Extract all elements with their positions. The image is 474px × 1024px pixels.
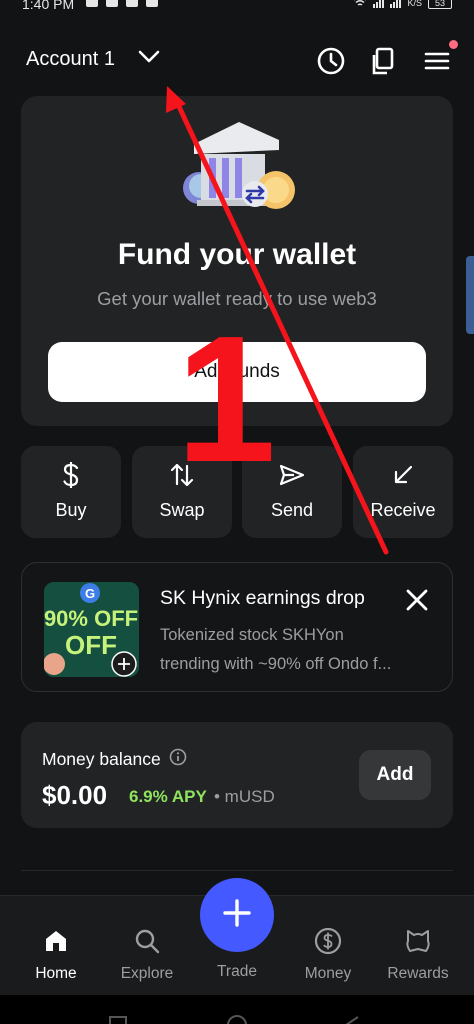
- signal-icon: [373, 0, 385, 8]
- bank-illustration: [179, 110, 299, 220]
- send-label: Send: [270, 500, 314, 520]
- buy-label: Buy: [55, 500, 87, 520]
- promo-body: Tokenized stock SKHYon trending with ~90…: [160, 621, 438, 679]
- plus-icon: [222, 898, 252, 933]
- receive-button[interactable]: Receive: [353, 446, 453, 538]
- status-bar: 1:40 PM K/S 53: [0, 0, 474, 14]
- money-balance-label: Money balance: [42, 748, 187, 771]
- promo-body-line: Tokenized stock SKHYon: [160, 626, 344, 644]
- apy-rate: 6.9% APY: [129, 787, 207, 806]
- rewards-icon: [373, 926, 463, 956]
- side-handle[interactable]: [466, 256, 474, 334]
- money-balance-amount: $0.00: [42, 780, 108, 810]
- promo-card[interactable]: G 90% OFF OFF SK Hynix earnings drop Tok…: [21, 562, 453, 692]
- add-money-button[interactable]: Add: [359, 750, 431, 800]
- annotation-number: 1: [176, 299, 277, 500]
- promo-image-text: 90% OFF: [44, 606, 138, 631]
- nav-trade-label: Trade: [217, 963, 257, 980]
- notification-dot: [449, 40, 458, 49]
- system-navigation-bar: [0, 995, 474, 1024]
- promo-body-line: trending with ~90% off Ondo f...: [160, 655, 392, 673]
- receive-arrow-icon: [353, 462, 453, 488]
- info-icon[interactable]: [169, 748, 187, 771]
- money-balance-title: Money balance: [42, 749, 161, 769]
- dollar-icon: [21, 462, 121, 488]
- promo-image: G 90% OFF OFF: [44, 582, 139, 677]
- nav-rewards[interactable]: Rewards: [373, 926, 463, 983]
- wifi-icon: [353, 0, 367, 9]
- nav-home[interactable]: Home: [11, 926, 101, 983]
- divider: [21, 870, 453, 871]
- system-status: K/S 53: [353, 0, 452, 9]
- receive-label: Receive: [370, 500, 436, 520]
- nav-money[interactable]: Money: [283, 926, 373, 983]
- dollar-circle-icon: [283, 926, 373, 956]
- notification-icon: [106, 0, 118, 7]
- battery-icon: 53: [428, 0, 452, 9]
- money-balance-card[interactable]: Money balance $0.00 6.9% APY • mUSD Add: [21, 722, 453, 828]
- nav-label: Home: [35, 965, 77, 982]
- trade-button[interactable]: [200, 878, 274, 952]
- notification-icon: [86, 0, 98, 7]
- swap-label: Swap: [159, 500, 205, 520]
- notification-icon: [146, 0, 158, 7]
- chevron-down-icon: [137, 49, 161, 70]
- home-icon: [11, 926, 101, 956]
- notification-icon: [126, 0, 138, 7]
- clock-icon[interactable]: [316, 46, 346, 76]
- svg-text:G: G: [85, 586, 95, 601]
- nav-label: Money: [304, 965, 352, 982]
- copy-icon[interactable]: [368, 46, 398, 76]
- fund-wallet-title: Fund your wallet: [117, 238, 357, 271]
- account-selector[interactable]: Account 1: [26, 48, 161, 71]
- svg-text:OFF: OFF: [65, 630, 117, 660]
- promo-title: SK Hynix earnings drop: [160, 587, 365, 609]
- signal-icon: [390, 0, 402, 8]
- account-name: Account 1: [26, 48, 115, 70]
- menu-icon[interactable]: [422, 40, 458, 76]
- header: Account 1: [0, 30, 474, 94]
- notification-icons: [86, 0, 158, 7]
- token-symbol: • mUSD: [214, 787, 275, 806]
- close-icon[interactable]: [402, 585, 432, 615]
- network-speed: K/S: [407, 0, 422, 8]
- nav-label: Explore: [120, 965, 174, 982]
- search-icon: [102, 926, 192, 956]
- nav-explore[interactable]: Explore: [102, 926, 192, 983]
- status-time: 1:40 PM: [22, 0, 75, 12]
- buy-button[interactable]: Buy: [21, 446, 121, 538]
- nav-label: Rewards: [387, 965, 449, 982]
